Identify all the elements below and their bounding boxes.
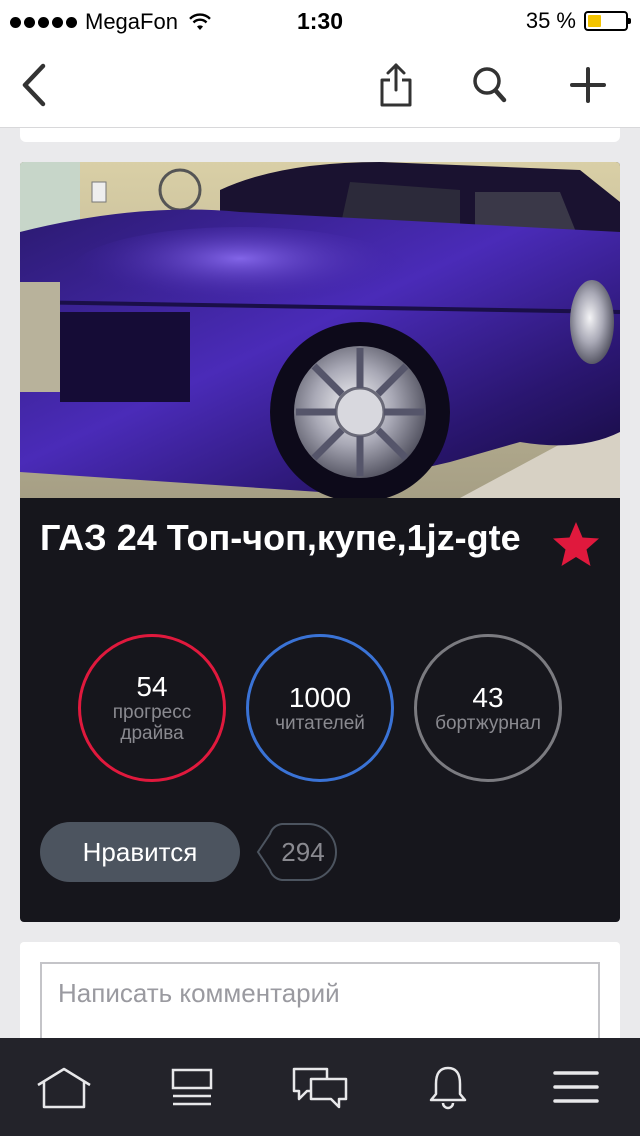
previous-card-edge (20, 128, 620, 142)
tab-home[interactable] (34, 1062, 94, 1112)
stat-value: 43 (472, 681, 504, 713)
search-icon (473, 67, 507, 103)
stat-value: 1000 (288, 681, 352, 713)
battery-percent: 35 % (525, 8, 576, 33)
status-right: 35 % (525, 8, 631, 34)
add-button[interactable] (566, 60, 610, 110)
favorite-button[interactable] (550, 520, 602, 568)
status-bar: MegaFon 1:30 35 % (0, 0, 640, 42)
car-card: ГАЗ 24 Топ-чоп,купе,1jz-gte 54 прогресс … (20, 162, 620, 922)
like-count: 294 (281, 837, 325, 867)
car-title: ГАЗ 24 Топ-чоп,купе,1jz-gte (40, 517, 521, 558)
tab-menu[interactable] (546, 1062, 606, 1112)
plus-icon (570, 67, 606, 103)
stat-label: прогресс драйва (112, 702, 192, 744)
battery-icon (584, 11, 631, 31)
back-arrow-icon (22, 63, 46, 107)
tab-bar (0, 1038, 640, 1136)
stat-logbook[interactable]: 43 бортжурнал (414, 634, 562, 782)
nav-bar (0, 42, 640, 128)
bell-icon (429, 1066, 467, 1110)
like-button[interactable]: Нравится (40, 822, 240, 882)
feed-icon (171, 1068, 213, 1106)
stat-readers[interactable]: 1000 читателей (246, 634, 394, 782)
star-icon (553, 522, 599, 566)
car-photo[interactable] (20, 162, 620, 498)
share-button[interactable] (374, 60, 418, 110)
stat-label: читателей (275, 712, 365, 734)
tab-messages[interactable] (290, 1062, 350, 1112)
battery-fill (588, 15, 601, 27)
home-icon (37, 1067, 91, 1109)
tab-notifications[interactable] (418, 1062, 478, 1112)
stat-drive-progress[interactable]: 54 прогресс драйва (78, 634, 226, 782)
search-button[interactable] (468, 60, 512, 110)
stat-value: 54 (136, 671, 168, 702)
like-count-badge: 294 (252, 822, 338, 882)
back-button[interactable] (12, 60, 56, 110)
messages-icon (292, 1067, 348, 1109)
share-icon (380, 63, 412, 107)
tab-feed[interactable] (162, 1062, 222, 1112)
stat-label: бортжурнал (435, 712, 541, 734)
menu-icon (553, 1071, 599, 1103)
